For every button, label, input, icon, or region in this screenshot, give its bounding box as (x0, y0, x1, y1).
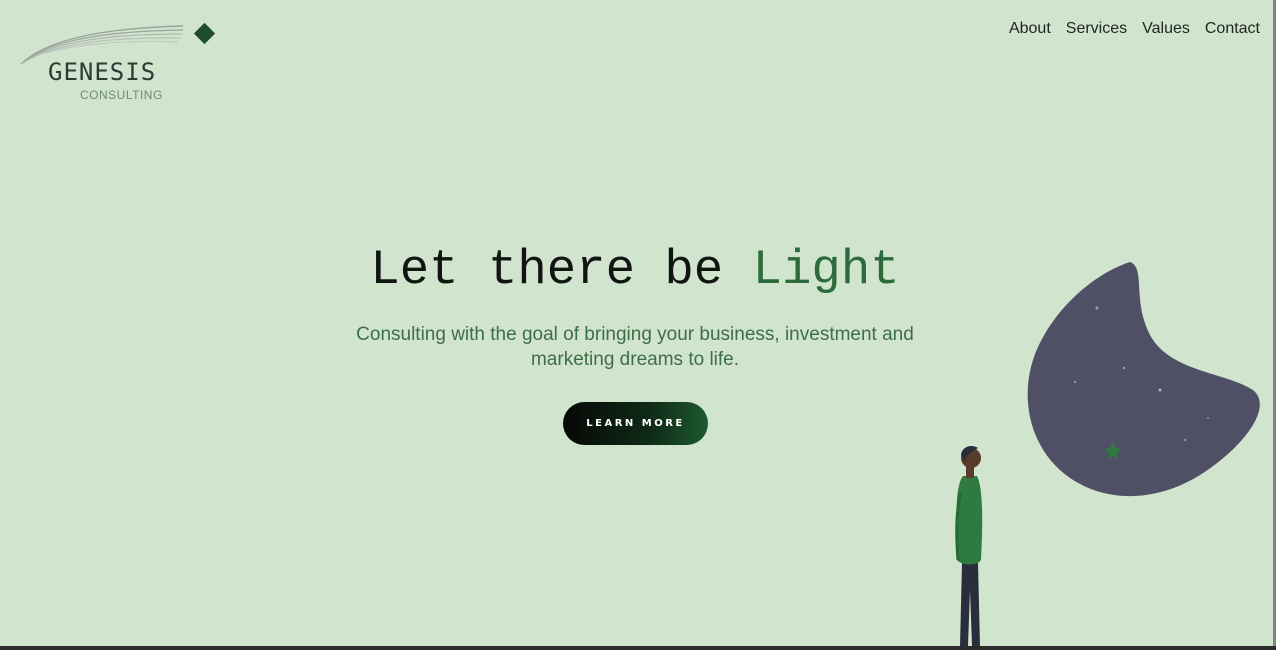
hero-subtitle: Consulting with the goal of bringing you… (285, 322, 985, 372)
logo-subtitle: CONSULTING (80, 88, 163, 102)
star (1073, 380, 1077, 384)
diamond-icon (193, 22, 216, 45)
hero-title: Let there be Light (0, 242, 1270, 298)
hero-subtitle-line-1: Consulting with the goal of bringing you… (356, 324, 914, 345)
landing-page: GENESIS CONSULTING About Services Values… (0, 0, 1276, 650)
star (1122, 366, 1126, 370)
learn-more-button[interactable]: LEARN MORE (563, 402, 708, 445)
nav-about[interactable]: About (1009, 20, 1051, 38)
star (1183, 438, 1187, 442)
star (1095, 306, 1099, 310)
hero-title-main: Let there be (370, 242, 753, 298)
hero-subtitle-line-2: marketing dreams to life. (530, 349, 740, 370)
person-figure (955, 446, 983, 646)
window-bottom-edge (0, 646, 1276, 650)
nav-contact[interactable]: Contact (1205, 20, 1260, 38)
star (1158, 388, 1162, 392)
logo[interactable]: GENESIS CONSULTING (18, 20, 228, 110)
star (1207, 417, 1209, 419)
logo-brand: GENESIS (48, 58, 157, 86)
main-nav: About Services Values Contact (1009, 20, 1260, 38)
green-star-icon (1104, 442, 1122, 459)
nav-services[interactable]: Services (1066, 20, 1127, 38)
nav-values[interactable]: Values (1142, 20, 1190, 38)
hero-title-accent: Light (752, 242, 900, 298)
